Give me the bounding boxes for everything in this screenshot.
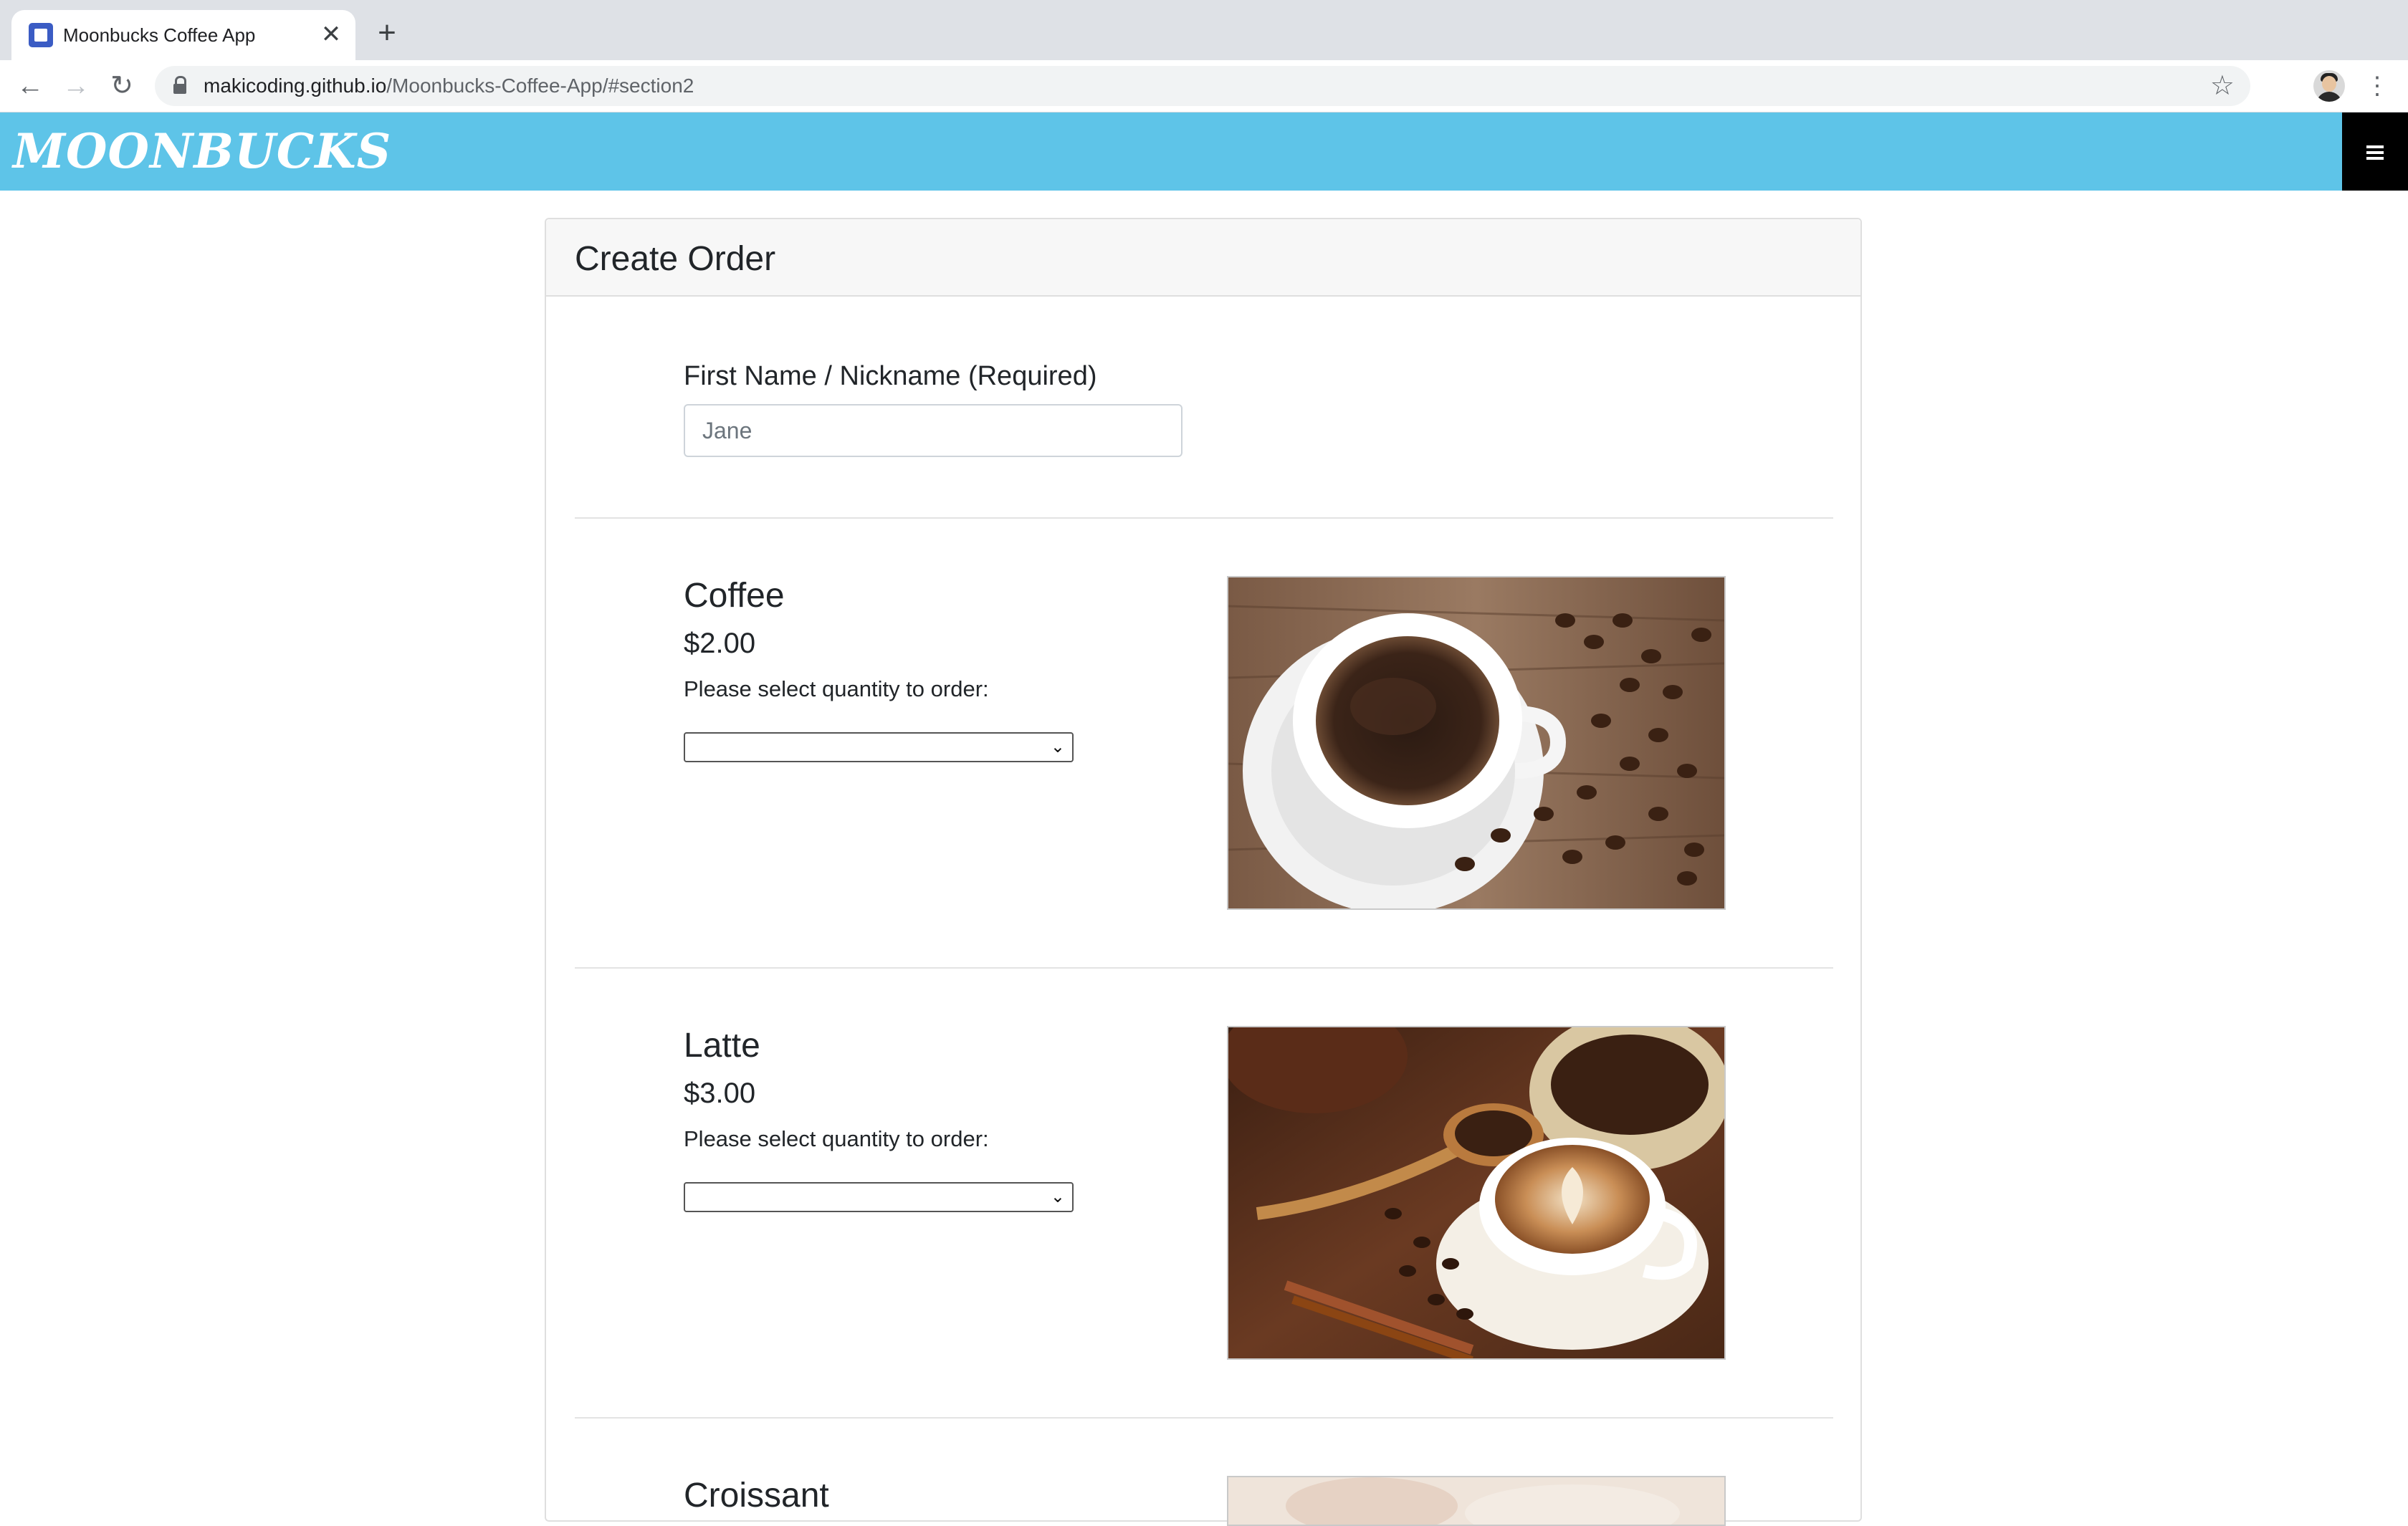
quantity-prompt: Please select quantity to order:: [684, 1126, 989, 1151]
croissant-image: [1227, 1476, 1726, 1526]
address-bar[interactable]: makicoding.github.io/Moonbucks-Coffee-Ap…: [155, 66, 2250, 106]
name-input[interactable]: [684, 404, 1182, 457]
hamburger-menu-icon: [2366, 145, 2384, 148]
page-title: Create Order: [575, 240, 776, 278]
coffee-image: [1227, 576, 1726, 910]
url-text[interactable]: makicoding.github.io/Moonbucks-Coffee-Ap…: [204, 75, 694, 97]
order-card: Create Order First Name / Nickname (Requ…: [545, 218, 1862, 1526]
divider: [575, 967, 1833, 969]
browser-menu-icon[interactable]: ⋮: [2365, 70, 2389, 102]
chevron-down-icon: ⌄: [1050, 1187, 1065, 1206]
quantity-select-coffee[interactable]: ⌄: [684, 732, 1074, 762]
close-tab-icon[interactable]: ✕: [317, 20, 345, 49]
item-name: Croissant: [684, 1477, 829, 1515]
item-name: Coffee: [684, 577, 785, 615]
divider: [575, 1417, 1833, 1419]
hamburger-menu-button[interactable]: [2342, 112, 2408, 191]
browser-tab-strip: Moonbucks Coffee App ✕ +: [0, 0, 2408, 60]
latte-image: [1227, 1026, 1726, 1360]
name-field-label: First Name / Nickname (Required): [684, 361, 1097, 391]
lock-icon: [173, 76, 186, 95]
item-name: Latte: [684, 1027, 760, 1065]
chevron-down-icon: ⌄: [1050, 737, 1065, 757]
reload-button[interactable]: ↻: [106, 70, 138, 102]
profile-avatar[interactable]: [2313, 70, 2345, 102]
browser-tab[interactable]: Moonbucks Coffee App ✕: [11, 10, 355, 60]
bookmark-star-icon[interactable]: ☆: [2210, 72, 2235, 100]
site-logo[interactable]: MOONBUCKS: [13, 125, 391, 177]
new-tab-button[interactable]: +: [371, 17, 403, 49]
favicon-icon: [29, 23, 53, 47]
quantity-prompt: Please select quantity to order:: [684, 676, 989, 701]
item-price: $3.00: [684, 1078, 756, 1109]
forward-button[interactable]: →: [60, 70, 92, 102]
card-header: Create Order: [546, 219, 1860, 297]
item-price: $2.00: [684, 628, 756, 659]
browser-toolbar: ← → ↻ makicoding.github.io/Moonbucks-Cof…: [0, 60, 2408, 112]
tab-title: Moonbucks Coffee App: [63, 24, 256, 46]
site-header: MOONBUCKS: [0, 112, 2408, 191]
divider: [575, 517, 1833, 519]
quantity-select-latte[interactable]: ⌄: [684, 1182, 1074, 1212]
back-button[interactable]: ←: [14, 70, 46, 102]
